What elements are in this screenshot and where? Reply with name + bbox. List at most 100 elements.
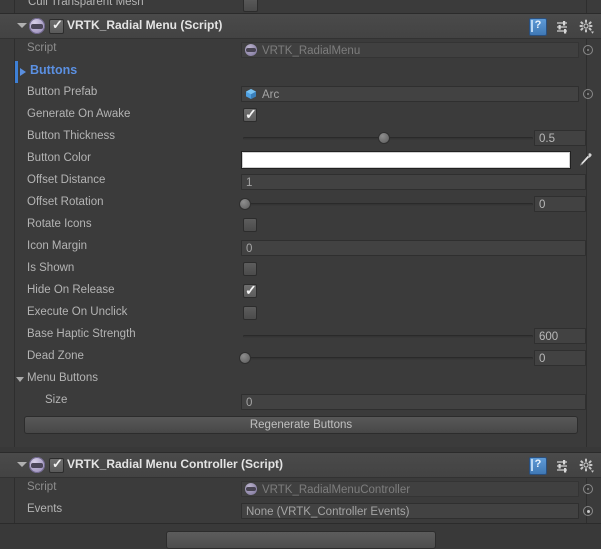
row-label: Execute On Unclick: [27, 306, 128, 318]
generate-on-awake-checkbox[interactable]: ✓: [243, 106, 257, 122]
object-picker-icon[interactable]: [583, 45, 593, 55]
base-haptic-strength-value-field[interactable]: 600: [534, 328, 586, 344]
row-icon-margin: Icon Margin 0: [0, 237, 601, 259]
gear-icon[interactable]: [579, 458, 595, 474]
cull-transparent-mesh-label: Cull Transparent Mesh: [28, 0, 144, 8]
button-thickness-slider-handle[interactable]: [378, 132, 390, 144]
dead-zone-slider-track[interactable]: [243, 357, 533, 360]
component-radial-menu: ✓ VRTK_Radial Menu (Script) ? Script VRT…: [0, 13, 601, 449]
help-icon[interactable]: [529, 456, 547, 475]
row-dead-zone: Dead Zone 0: [0, 347, 601, 369]
row-button-thickness: Button Thickness 0.5: [0, 127, 601, 149]
prefab-icon: [245, 88, 257, 100]
eyedropper-icon[interactable]: [577, 152, 593, 168]
events-object-field[interactable]: None (VRTK_Controller Events): [241, 503, 579, 519]
field-value: 0: [539, 199, 546, 211]
row-label: Button Prefab: [27, 86, 98, 98]
row-generate-on-awake: Generate On Awake ✓: [0, 105, 601, 127]
row-script: Script VRTK_RadialMenu: [0, 39, 601, 61]
field-value: 600: [539, 331, 559, 343]
check-mark-icon: ✓: [52, 456, 63, 471]
panel-edge-right: [586, 0, 587, 13]
check-mark-icon: ✓: [52, 17, 63, 32]
check-mark-icon: ✓: [245, 106, 257, 122]
component-header-radial-menu-controller[interactable]: ✓ VRTK_Radial Menu Controller (Script): [0, 453, 601, 478]
subfoldout-menu-buttons[interactable]: Menu Buttons: [0, 369, 601, 391]
script-component-icon: [29, 18, 45, 34]
field-value: 0.5: [539, 133, 555, 145]
component-radial-menu-controller: ✓ VRTK_Radial Menu Controller (Script) ?…: [0, 452, 601, 524]
button-thickness-value-field[interactable]: 0.5: [534, 130, 586, 146]
dead-zone-value-field[interactable]: 0: [534, 350, 586, 366]
object-picker-icon[interactable]: [583, 506, 593, 516]
row-label: Dead Zone: [27, 350, 84, 362]
row-size: Size 0: [0, 391, 601, 413]
button-color-swatch[interactable]: [241, 151, 571, 169]
row-is-shown: Is Shown: [0, 259, 601, 281]
field-value: 0: [246, 243, 253, 255]
row-base-haptic-strength: Base Haptic Strength 600: [0, 325, 601, 347]
section-foldout-buttons[interactable]: Buttons: [0, 61, 601, 83]
field-value: VRTK_RadialMenu: [262, 45, 361, 57]
field-value: 0: [539, 353, 546, 365]
object-picker-icon[interactable]: [583, 89, 593, 99]
button-prefab-object-field[interactable]: Arc: [241, 86, 579, 102]
row-label: Icon Margin: [27, 240, 88, 252]
chevron-right-icon[interactable]: [20, 68, 26, 76]
cull-transparent-mesh-checkbox[interactable]: [243, 0, 258, 12]
row-label: Script: [27, 481, 57, 493]
is-shown-checkbox[interactable]: [243, 262, 257, 276]
row-rotate-icons: Rotate Icons: [0, 215, 601, 237]
check-mark-icon: ✓: [245, 282, 257, 298]
size-input[interactable]: 0: [241, 394, 586, 410]
row-label: Generate On Awake: [27, 108, 131, 120]
chevron-down-icon[interactable]: [17, 462, 27, 467]
icon-margin-input[interactable]: 0: [241, 240, 586, 256]
base-haptic-strength-slider-track[interactable]: [243, 335, 533, 338]
field-value: VRTK_RadialMenuController: [262, 484, 411, 496]
field-value: Arc: [262, 89, 280, 101]
section-title: Buttons: [30, 63, 78, 77]
script-object-field[interactable]: VRTK_RadialMenu: [241, 42, 579, 58]
row-script: Script VRTK_RadialMenuController: [0, 478, 601, 500]
component-header-radial-menu[interactable]: ✓ VRTK_Radial Menu (Script): [0, 14, 601, 39]
row-hide-on-release: Hide On Release ✓: [0, 281, 601, 303]
offset-distance-input[interactable]: 1: [241, 174, 586, 190]
script-icon: [245, 44, 257, 56]
execute-on-unclick-checkbox[interactable]: [243, 306, 257, 320]
dead-zone-slider-handle[interactable]: [239, 352, 251, 364]
row-events: Events None (VRTK_Controller Events): [0, 500, 601, 522]
field-value: 1: [246, 177, 253, 189]
component-title: VRTK_Radial Menu (Script): [67, 18, 223, 32]
section-accent-bar: [15, 61, 18, 83]
chevron-down-icon[interactable]: [16, 377, 24, 382]
rotate-icons-checkbox[interactable]: [243, 218, 257, 232]
object-picker-icon[interactable]: [583, 484, 593, 494]
row-execute-on-unclick: Execute On Unclick: [0, 303, 601, 325]
component-enabled-checkbox[interactable]: ✓: [49, 456, 64, 473]
partial-row-cull-transparent-mesh: Cull Transparent Mesh: [0, 0, 601, 13]
offset-rotation-value-field[interactable]: 0: [534, 196, 586, 212]
row-label: Offset Distance: [27, 174, 106, 186]
row-label: Rotate Icons: [27, 218, 92, 230]
regenerate-buttons-button[interactable]: Regenerate Buttons: [24, 416, 578, 434]
subfoldout-label: Menu Buttons: [27, 372, 98, 384]
component-enabled-checkbox[interactable]: ✓: [49, 17, 64, 34]
offset-rotation-slider-track[interactable]: [243, 203, 533, 206]
row-button-prefab: Button Prefab Arc: [0, 83, 601, 105]
row-label: Size: [45, 394, 68, 406]
component-header-icons: [529, 17, 595, 36]
preset-icon[interactable]: [555, 458, 571, 474]
script-object-field[interactable]: VRTK_RadialMenuController: [241, 481, 579, 497]
add-component-button[interactable]: [166, 531, 436, 549]
help-icon[interactable]: [529, 17, 547, 36]
field-value: None (VRTK_Controller Events): [246, 506, 410, 518]
gear-icon[interactable]: [579, 19, 595, 35]
row-label: Button Thickness: [27, 130, 116, 142]
component-header-icons: [529, 456, 595, 475]
hide-on-release-checkbox[interactable]: ✓: [243, 282, 257, 298]
offset-rotation-slider-handle[interactable]: [239, 198, 251, 210]
chevron-down-icon[interactable]: [17, 23, 27, 28]
row-offset-distance: Offset Distance 1: [0, 171, 601, 193]
preset-icon[interactable]: [555, 19, 571, 35]
